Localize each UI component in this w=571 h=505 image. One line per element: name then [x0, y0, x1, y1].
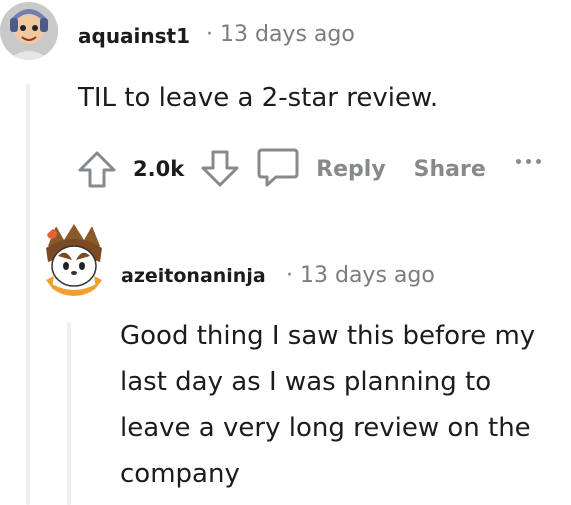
downvote-icon[interactable]: [198, 147, 242, 191]
reply-label: Reply: [316, 156, 386, 182]
share-button[interactable]: Share: [414, 157, 486, 182]
reply-button[interactable]: Reply: [256, 146, 386, 192]
upvote-icon[interactable]: [75, 147, 119, 191]
avatar[interactable]: [0, 2, 58, 60]
comment-username[interactable]: aquainst1: [78, 24, 190, 48]
thread-line-collapse-reply[interactable]: [67, 322, 71, 505]
vote-score: 2.0k: [133, 157, 185, 181]
more-options-icon[interactable]: [515, 158, 541, 180]
comment-body: Good thing I saw this before my last day…: [120, 321, 536, 489]
avatar[interactable]: [38, 222, 110, 296]
comment-bubble-icon: [256, 146, 300, 192]
comment-actions: 2.0k Reply Share: [70, 142, 541, 196]
comment-timestamp[interactable]: · 13 days ago: [206, 22, 355, 47]
comment-body: TIL to leave a 2-star review.: [78, 83, 439, 113]
thread-line-collapse[interactable]: [26, 84, 30, 505]
comment-username[interactable]: azeitonaninja: [121, 265, 266, 287]
comment-timestamp[interactable]: · 13 days ago: [286, 263, 435, 288]
